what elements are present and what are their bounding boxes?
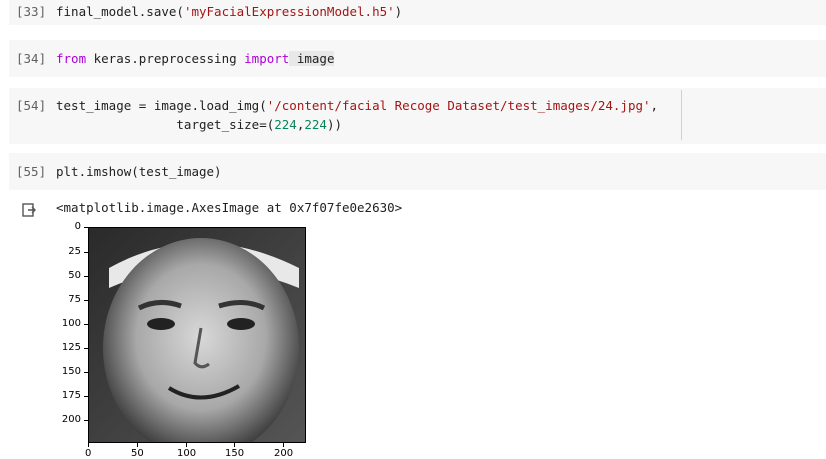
code-line[interactable]: final_model.save('myFacialExpressionMode… xyxy=(56,4,402,19)
x-tick-label: 200 xyxy=(274,448,294,459)
code-cell-54[interactable]: [54] test_image = image.load_img('/conte… xyxy=(9,88,826,144)
editor-scroll-guide xyxy=(681,90,682,140)
y-tick-label: 25 xyxy=(68,246,81,257)
x-tick-label: 50 xyxy=(131,448,144,459)
code-line-2[interactable]: target_size=(224,224)) xyxy=(56,117,342,132)
x-tick-label: 0 xyxy=(85,448,92,459)
y-tick-mark xyxy=(84,348,88,349)
y-tick-mark xyxy=(84,372,88,373)
y-tick-mark xyxy=(84,420,88,421)
x-tick-mark xyxy=(234,443,235,447)
y-tick-label: 50 xyxy=(68,270,81,281)
y-tick-label: 125 xyxy=(61,342,81,353)
x-tick-label: 150 xyxy=(225,448,245,459)
code-line-1[interactable]: test_image = image.load_img('/content/fa… xyxy=(56,98,658,113)
x-tick-mark xyxy=(137,443,138,447)
output-text: <matplotlib.image.AxesImage at 0x7f07fe0… xyxy=(56,200,403,215)
y-tick-mark xyxy=(84,252,88,253)
code-cell-34[interactable]: [34] from keras.preprocessing import ima… xyxy=(9,40,826,77)
code-line[interactable]: plt.imshow(test_image) xyxy=(56,164,222,179)
code-line[interactable]: from keras.preprocessing import image xyxy=(56,51,335,66)
execution-count: [54] xyxy=(16,98,47,113)
x-tick-mark xyxy=(283,443,284,447)
y-tick-label: 0 xyxy=(74,221,81,232)
y-tick-label: 75 xyxy=(68,294,81,305)
y-tick-mark xyxy=(84,324,88,325)
x-tick-label: 100 xyxy=(177,448,197,459)
x-tick-mark xyxy=(88,443,89,447)
y-tick-mark xyxy=(84,227,88,228)
y-tick-mark xyxy=(84,396,88,397)
x-tick-mark xyxy=(186,443,187,447)
y-tick-mark xyxy=(84,276,88,277)
output-redirect-icon[interactable] xyxy=(22,203,36,217)
code-cell-55[interactable]: [55] plt.imshow(test_image) xyxy=(9,153,826,190)
y-tick-label: 175 xyxy=(61,390,81,401)
y-tick-label: 150 xyxy=(61,366,81,377)
execution-count: [34] xyxy=(16,51,47,66)
y-tick-mark xyxy=(84,300,88,301)
y-tick-label: 200 xyxy=(61,414,81,425)
execution-count: [55] xyxy=(16,164,47,179)
y-tick-label: 100 xyxy=(61,318,81,329)
code-cell-33[interactable]: [33] final_model.save('myFacialExpressio… xyxy=(9,0,826,25)
imshow-plot xyxy=(88,227,306,443)
execution-count: [33] xyxy=(16,4,47,19)
grayscale-face-image xyxy=(89,228,305,442)
